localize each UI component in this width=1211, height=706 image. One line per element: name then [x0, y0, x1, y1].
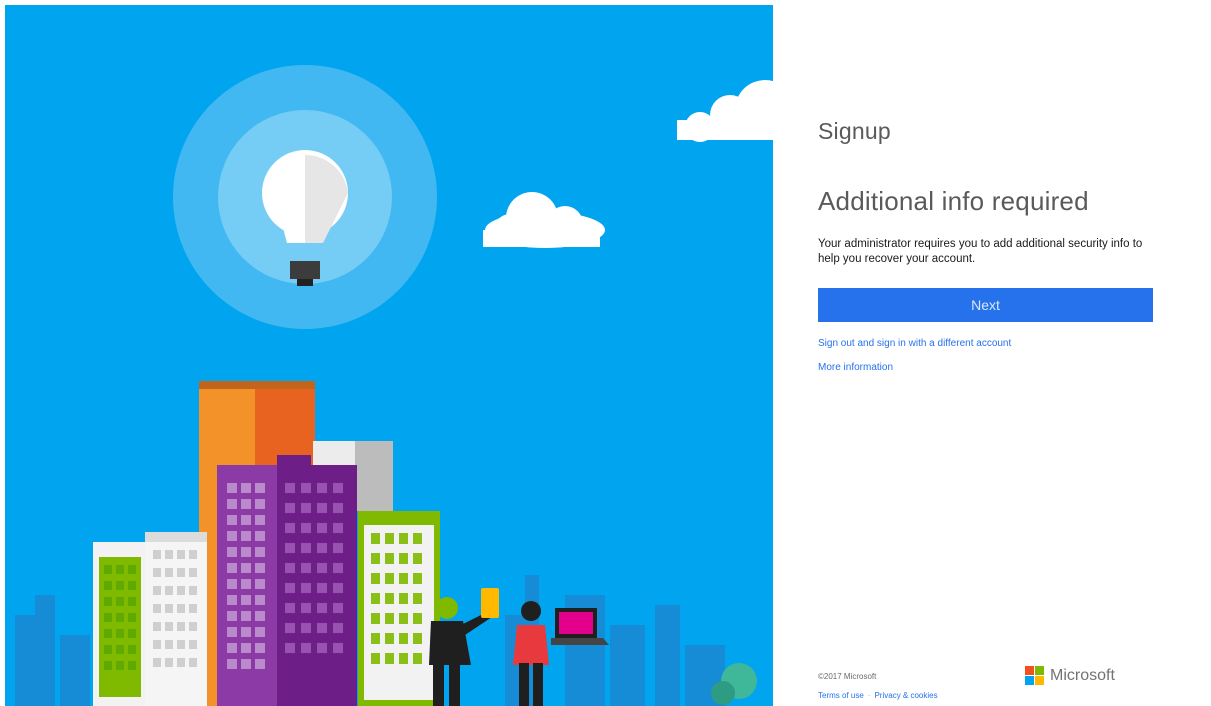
signup-heading: Signup: [818, 118, 891, 144]
microsoft-wordmark: Microsoft: [1050, 666, 1115, 684]
signup-panel: Signup Additional info required Your adm…: [773, 0, 1211, 706]
more-information-link[interactable]: More information: [818, 362, 893, 373]
privacy-cookies-link[interactable]: Privacy & cookies: [874, 691, 937, 700]
lightbulb-icon: [173, 65, 437, 329]
next-button[interactable]: Next: [818, 288, 1153, 322]
sign-out-link[interactable]: Sign out and sign in with a different ac…: [818, 338, 1011, 349]
hero-illustration: [5, 5, 773, 706]
separator: ·: [867, 691, 871, 700]
terms-of-use-link[interactable]: Terms of use: [818, 691, 864, 700]
cloud-icon: [677, 80, 773, 142]
microsoft-logo: Microsoft: [1025, 666, 1115, 685]
cloud-icon: [483, 192, 605, 248]
description-text: Your administrator requires you to add a…: [818, 238, 1143, 265]
page-title: Additional info required: [818, 186, 1089, 216]
copyright-text: ©2017 Microsoft: [818, 672, 877, 681]
footer-links: Terms of use · Privacy & cookies: [818, 691, 938, 700]
microsoft-logo-icon: [1025, 666, 1044, 685]
person-icon: [429, 588, 499, 706]
